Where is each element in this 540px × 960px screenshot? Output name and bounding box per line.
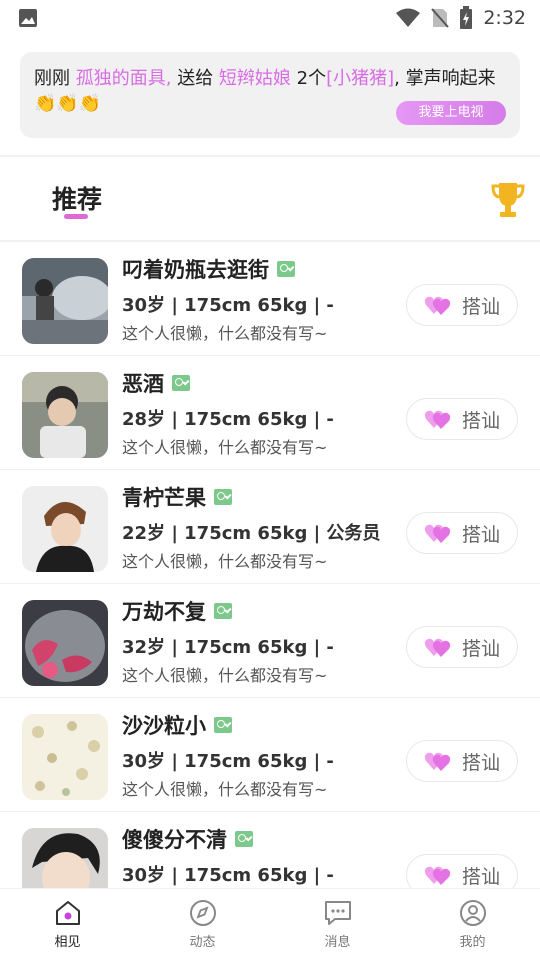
verified-badge-icon: [172, 375, 190, 391]
user-name: 恶酒: [122, 368, 190, 398]
list-item[interactable]: 叼着奶瓶去逛街 30岁 | 175cm 65kg | - 这个人很懒，什么都没有…: [0, 242, 540, 356]
user-info: 30岁 | 175cm 65kg | -: [122, 295, 334, 316]
tab-moments[interactable]: 动态: [135, 889, 270, 960]
user-name: 沙沙粒小: [122, 710, 232, 740]
greet-button[interactable]: 搭讪: [406, 740, 518, 782]
gift-announcement-banner: 刚刚 孤独的面具, 送给 短辫姑娘 2个[小猪猪], 掌声响起来 👏👏👏 我要上电…: [20, 52, 520, 138]
avatar[interactable]: [22, 258, 108, 344]
greet-button[interactable]: 搭讪: [406, 626, 518, 668]
go-on-tv-button[interactable]: 我要上电视: [396, 101, 506, 125]
double-heart-icon: [424, 638, 451, 657]
verified-badge-icon: [277, 261, 295, 277]
battery-charging-icon: [460, 6, 473, 29]
double-heart-icon: [424, 752, 451, 771]
verified-badge-icon: [214, 717, 232, 733]
banner-prefix: 刚刚: [34, 68, 76, 89]
tab-recommend[interactable]: 推荐: [52, 180, 102, 216]
tab-mine[interactable]: 我的: [405, 889, 540, 960]
user-info: 30岁 | 175cm 65kg | -: [122, 751, 334, 772]
bottom-tab-bar: 相见 动态 消息 我的: [0, 888, 540, 960]
user-info: 32岁 | 175cm 65kg | -: [122, 637, 334, 658]
clock-time: 2:32: [483, 7, 526, 29]
tab-active-indicator: [64, 214, 88, 219]
user-name: 万劫不复: [122, 596, 232, 626]
divider: [0, 155, 540, 157]
user-info: 30岁 | 175cm 65kg | -: [122, 865, 334, 886]
banner-count: 2个: [290, 68, 327, 89]
user-name: 青柠芒果: [122, 482, 232, 512]
user-description: 这个人很懒，什么都没有写~: [122, 780, 328, 799]
avatar[interactable]: [22, 828, 108, 888]
user-description: 这个人很懒，什么都没有写~: [122, 552, 328, 571]
user-info: 22岁 | 175cm 65kg | 公务员: [122, 523, 381, 544]
double-heart-icon: [424, 410, 451, 429]
status-bar: 2:32: [0, 0, 540, 36]
user-description: 这个人很懒，什么都没有写~: [122, 438, 328, 457]
greet-button[interactable]: 搭讪: [406, 854, 518, 888]
no-sim-icon: [431, 8, 450, 28]
trophy-icon[interactable]: [490, 180, 526, 220]
banner-suffix: , 掌声响起来: [394, 68, 496, 89]
recommend-user-list: 叼着奶瓶去逛街 30岁 | 175cm 65kg | - 这个人很懒，什么都没有…: [0, 242, 540, 888]
wifi-icon: [396, 8, 421, 27]
user-name: 叼着奶瓶去逛街: [122, 254, 295, 284]
tab-meet[interactable]: 相见: [0, 889, 135, 960]
user-info: 28岁 | 175cm 65kg | -: [122, 409, 334, 430]
avatar[interactable]: [22, 600, 108, 686]
banner-receiver[interactable]: 短辫姑娘: [219, 68, 291, 89]
chat-bubble-icon: [324, 901, 351, 925]
home-icon: [55, 901, 80, 925]
avatar[interactable]: [22, 486, 108, 572]
greet-button[interactable]: 搭讪: [406, 284, 518, 326]
compass-icon: [189, 900, 216, 926]
list-item[interactable]: 沙沙粒小 30岁 | 175cm 65kg | - 这个人很懒，什么都没有写~ …: [0, 698, 540, 812]
double-heart-icon: [424, 866, 451, 885]
verified-badge-icon: [214, 603, 232, 619]
verified-badge-icon: [214, 489, 232, 505]
double-heart-icon: [424, 524, 451, 543]
user-icon: [459, 900, 486, 926]
gallery-notification-icon: [19, 9, 37, 27]
list-item[interactable]: 万劫不复 32岁 | 175cm 65kg | - 这个人很懒，什么都没有写~ …: [0, 584, 540, 698]
clap-emoji: 👏👏👏: [34, 93, 102, 114]
list-item[interactable]: 恶酒 28岁 | 175cm 65kg | - 这个人很懒，什么都没有写~ 搭讪: [0, 356, 540, 470]
avatar[interactable]: [22, 372, 108, 458]
double-heart-icon: [424, 296, 451, 315]
user-description: 这个人很懒，什么都没有写~: [122, 324, 328, 343]
banner-gift: [小猪猪]: [326, 68, 395, 89]
list-item[interactable]: 傻傻分不清 30岁 | 175cm 65kg | - 搭讪: [0, 812, 540, 888]
greet-button[interactable]: 搭讪: [406, 398, 518, 440]
user-description: 这个人很懒，什么都没有写~: [122, 666, 328, 685]
tab-header: 推荐: [0, 158, 540, 240]
banner-mid: 送给: [171, 68, 219, 89]
avatar[interactable]: [22, 714, 108, 800]
list-item[interactable]: 青柠芒果 22岁 | 175cm 65kg | 公务员 这个人很懒，什么都没有写…: [0, 470, 540, 584]
verified-badge-icon: [235, 831, 253, 847]
banner-sender[interactable]: 孤独的面具,: [76, 68, 172, 89]
user-name: 傻傻分不清: [122, 824, 253, 854]
tab-messages[interactable]: 消息: [270, 889, 405, 960]
greet-button[interactable]: 搭讪: [406, 512, 518, 554]
